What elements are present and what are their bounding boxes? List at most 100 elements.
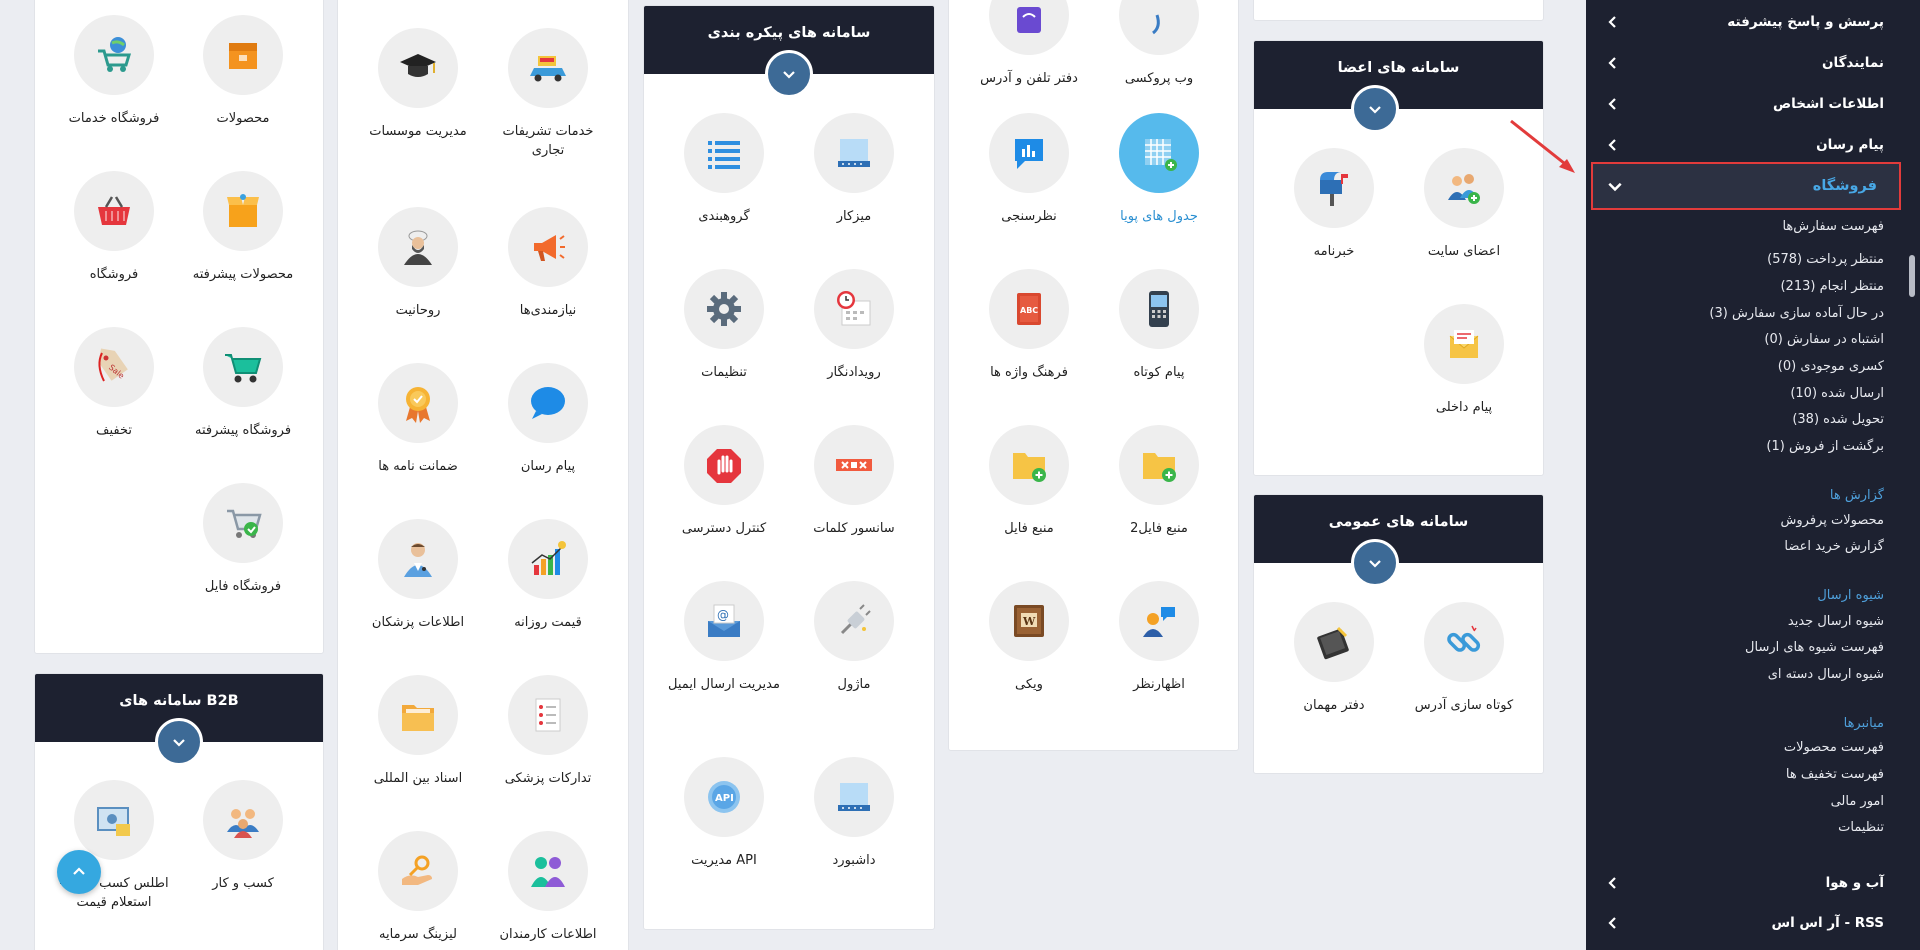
wiki-icon: W [989, 581, 1069, 661]
sidebar-subitem[interactable]: فهرست محصولات [1784, 740, 1884, 755]
tile-label: قیمت روزانه [514, 615, 582, 630]
tile-products[interactable]: محصولات [178, 15, 308, 128]
tile-guarantees[interactable]: ضمانت نامه ها [353, 363, 483, 476]
tile-newsletter[interactable]: خبرنامه [1269, 148, 1399, 261]
tile-sms[interactable]: پیام کوتاه [1094, 269, 1224, 382]
chevron-down-icon[interactable] [1351, 539, 1399, 587]
sidebar: پرسش و پاسخ پیشرفته نمایندگان اطلاعات اش… [1586, 0, 1920, 950]
email-icon: @ [684, 581, 764, 661]
sidebar-subitem[interactable]: فهرست سفارش‌ها [1782, 219, 1884, 234]
sidebar-item-shop[interactable]: فروشگاه [1591, 162, 1901, 210]
tile-file-source-2[interactable]: منبع فایل2 [1094, 425, 1224, 538]
tile-messenger[interactable]: پیام رسان [483, 363, 613, 476]
sidebar-subitem[interactable]: کسری موجودی (0) [1778, 359, 1884, 374]
sidebar-subitem[interactable]: در حال آماده سازی سفارش (3) [1709, 306, 1884, 321]
tile-file-source[interactable]: منبع فایل [964, 425, 1094, 538]
sidebar-subitem[interactable]: ارسال شده (10) [1790, 386, 1884, 401]
tile-api-management[interactable]: API مدیریت API [659, 757, 789, 870]
tile-advanced-products[interactable]: محصولات پیشرفته [178, 171, 308, 284]
tile-trade-ceremony[interactable]: خدمات تشریفات تجاری [483, 28, 613, 160]
tile-access-control[interactable]: کنترل دسترسی [659, 425, 789, 538]
tile-employees[interactable]: اطلاعات کارمندان [483, 831, 613, 944]
tile-label: فروشگاه فایل [204, 579, 282, 594]
sidebar-subitem[interactable]: فهرست تخفیف ها [1786, 767, 1884, 782]
tile-web-proxy[interactable]: وب پروکسی [1094, 0, 1224, 88]
tile-dynamic-tables[interactable]: جدول های پویا [1094, 113, 1224, 226]
tile-doctors[interactable]: اطلاعات پزشکان [353, 519, 483, 632]
tile-medical-supplies[interactable]: تدارکات پزشکی [483, 675, 613, 788]
chevron-down-icon[interactable] [1351, 85, 1399, 133]
sidebar-item-label: آب و هوا [1825, 875, 1884, 891]
tile-label: داشبورد [832, 853, 876, 868]
sidebar-subitem[interactable]: امور مالی [1831, 794, 1884, 809]
sidebar-item-people-info[interactable]: اطلاعات اشخاص [1586, 84, 1920, 124]
tile-shop[interactable]: فروشگاه [49, 171, 179, 284]
panel-header: سامانه های عمومی [1254, 495, 1543, 563]
tile-internal-message[interactable]: پیام داخلی [1399, 304, 1529, 417]
atlas-icon [74, 780, 154, 860]
chevron-down-icon[interactable] [765, 50, 813, 98]
tile-comments[interactable]: اظهارنظر [1094, 581, 1224, 694]
envelope-icon [1424, 304, 1504, 384]
tile-dashboard[interactable]: داشبورد [789, 757, 919, 870]
tile-grouping[interactable]: گروهبندی [659, 113, 789, 226]
chevron-left-icon [1608, 917, 1616, 929]
sidebar-subitem[interactable]: منتظر انجام (213) [1780, 279, 1884, 294]
tile-international-docs[interactable]: اسناد بین المللی [353, 675, 483, 788]
sidebar-scrollbar[interactable] [1909, 255, 1915, 297]
top-partial-panel [1253, 0, 1544, 21]
tile-service-shop[interactable]: فروشگاه خدمات [49, 15, 179, 128]
tile-discount[interactable]: Sale تخفیف [49, 327, 179, 440]
tile-wiki[interactable]: W ویکی [964, 581, 1094, 694]
tile-settings[interactable]: تنظیمات [659, 269, 789, 382]
tile-label: کنترل دسترسی [681, 521, 767, 536]
tile-email-management[interactable]: @ مدیریت ارسال ایمیل [659, 581, 789, 694]
tile-guestbook[interactable]: دفتر مهمان [1269, 602, 1399, 715]
tile-advanced-shop[interactable]: فروشگاه پیشرفته [178, 327, 308, 440]
sidebar-subitem[interactable]: تنظیمات [1838, 820, 1884, 835]
chevron-left-icon [1608, 98, 1616, 110]
sidebar-subitem[interactable]: شیوه ارسال دسته ای [1768, 667, 1884, 682]
sidebar-section-heading: گزارش ها [1829, 488, 1884, 503]
scroll-to-top-button[interactable] [57, 850, 101, 894]
sidebar-item-agents[interactable]: نمایندگان [1586, 43, 1920, 83]
tile-institutes[interactable]: مدیریت موسسات [353, 28, 483, 141]
tile-poll[interactable]: نظرسنجی [964, 113, 1094, 226]
sidebar-item-weather[interactable]: آب و هوا [1586, 863, 1920, 903]
tile-desk[interactable]: میزکار [789, 113, 919, 226]
tile-module[interactable]: ماژول [789, 581, 919, 694]
sidebar-item-rss[interactable]: آر اس اس - RSS [1586, 903, 1920, 943]
tile-dictionary[interactable]: ABC فرهنگ واژه ها [964, 269, 1094, 382]
tile-label: تنظیمات [701, 365, 747, 380]
sidebar-subitem[interactable]: تحویل شده (38) [1792, 412, 1884, 427]
shop-cart-globe-icon [74, 15, 154, 95]
sidebar-subitem[interactable]: محصولات پرفروش [1781, 513, 1884, 528]
sms-phone-icon [1119, 269, 1199, 349]
tile-file-shop[interactable]: فروشگاه فایل [178, 483, 308, 596]
tile-classifieds[interactable]: نیازمندی‌ها [483, 207, 613, 320]
tile-label: اعضای سایت [1427, 244, 1501, 259]
sidebar-subitem[interactable]: اشتباه در سفارش (0) [1764, 332, 1884, 347]
tile-clergy[interactable]: روحانیت [353, 207, 483, 320]
tile-daily-price[interactable]: قیمت روزانه [483, 519, 613, 632]
sidebar-subitem[interactable]: برگشت از فروش (1) [1766, 439, 1884, 454]
bar-chart-icon [508, 519, 588, 599]
tile-business-atlas[interactable]: اطلس کسب و کار - استعلام قیمت [49, 780, 179, 912]
tile-url-shortener[interactable]: کوتاه سازی آدرس [1399, 602, 1529, 715]
link-icon [1424, 602, 1504, 682]
tile-word-censor[interactable]: سانسور کلمات [789, 425, 919, 538]
sidebar-subitem[interactable]: شیوه ارسال جدید [1788, 614, 1884, 629]
tile-label: اطلاعات پزشکان [371, 615, 465, 630]
tile-business[interactable]: کسب و کار [178, 780, 308, 893]
chevron-down-icon[interactable] [155, 718, 203, 766]
sidebar-item-advanced-qa[interactable]: پرسش و پاسخ پیشرفته [1586, 2, 1920, 42]
sidebar-subitem[interactable]: منتظر پرداخت (578) [1767, 252, 1884, 267]
sidebar-subitem[interactable]: گزارش خرید اعضا [1784, 539, 1884, 554]
grid-table-icon [1119, 113, 1199, 193]
tile-phonebook[interactable]: دفتر تلفن و آدرس [964, 0, 1094, 88]
mailbox-icon [1294, 148, 1374, 228]
tile-event-calendar[interactable]: رویدادنگار [789, 269, 919, 382]
tile-leasing[interactable]: لیزینگ سرمایه [353, 831, 483, 944]
sidebar-item-messenger[interactable]: پیام رسان [1586, 125, 1920, 165]
sidebar-subitem[interactable]: فهرست شیوه های ارسال [1745, 640, 1884, 655]
